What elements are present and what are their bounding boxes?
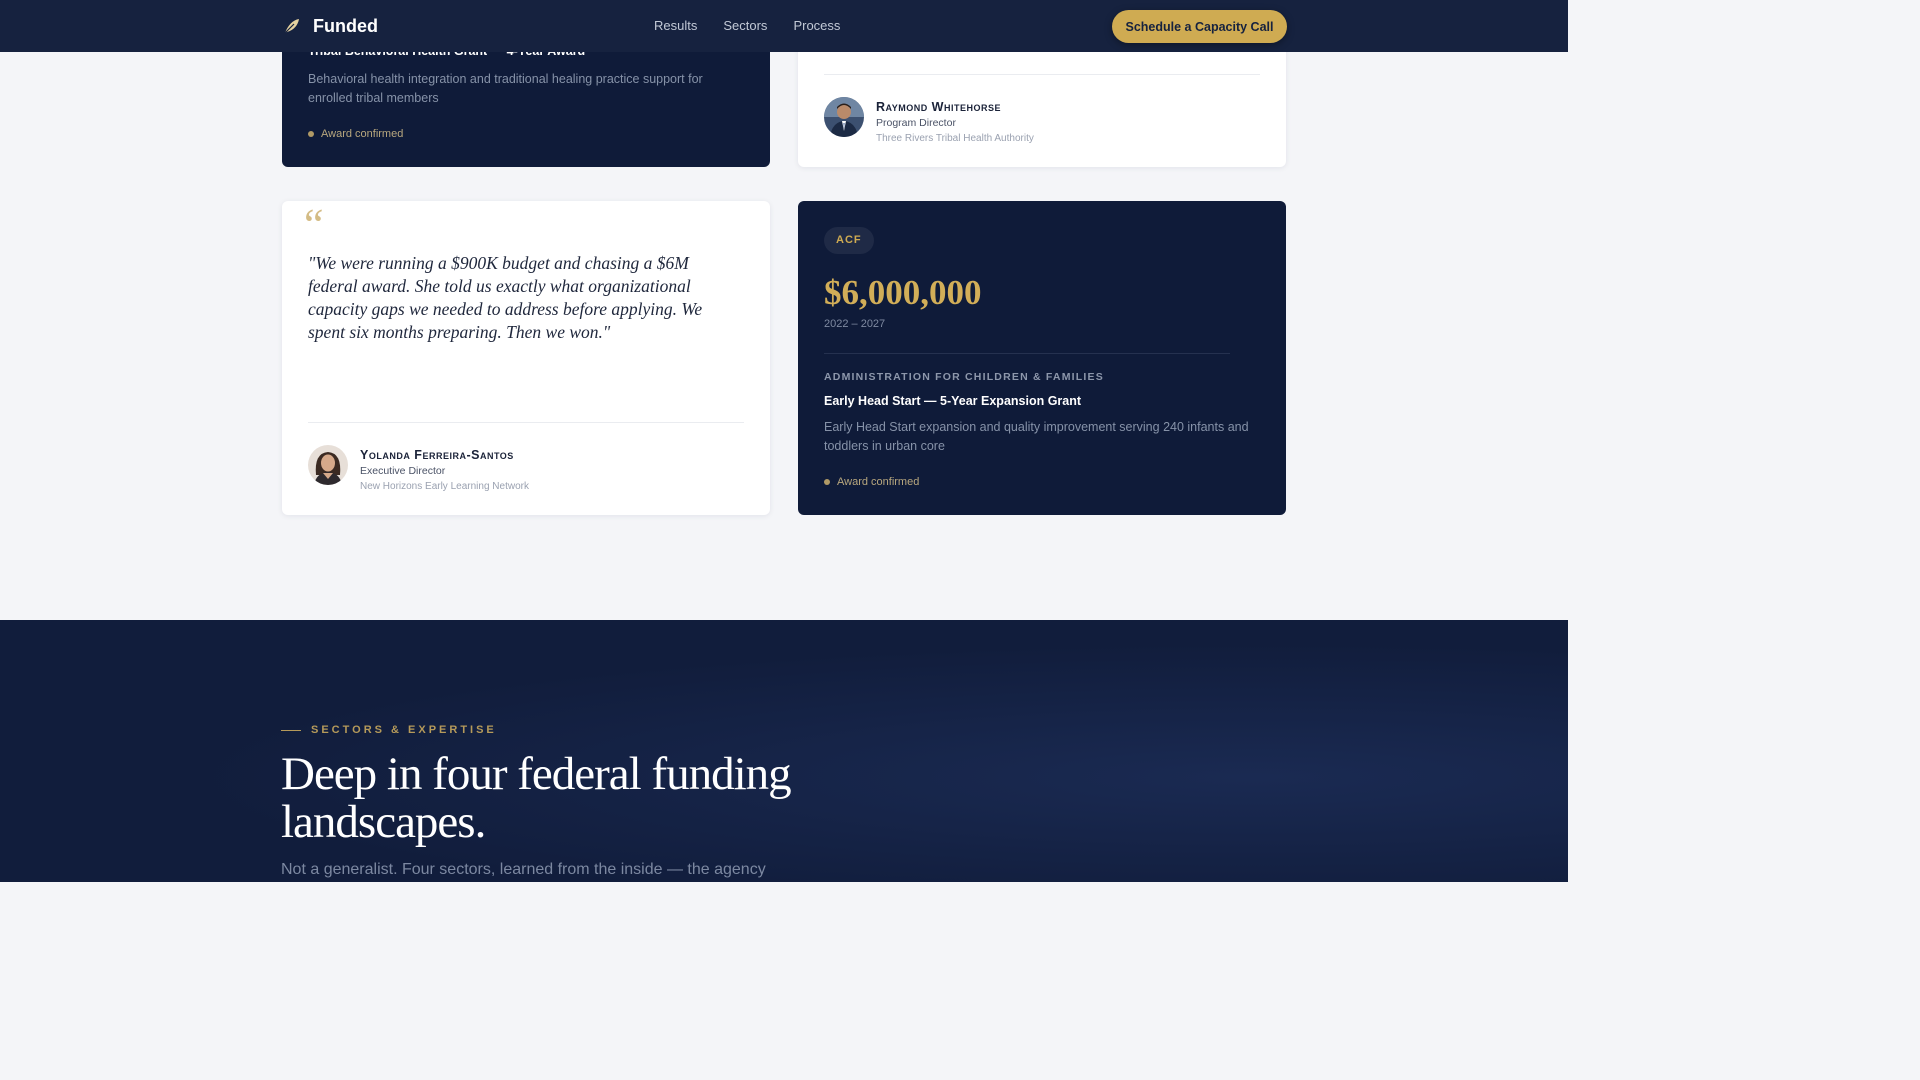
author-name: Yolanda Ferreira-Santos [360, 448, 514, 462]
schedule-call-button[interactable]: Schedule a Capacity Call [1112, 10, 1287, 43]
author-org: New Horizons Early Learning Network [360, 481, 529, 492]
award-years: 2022 – 2027 [824, 318, 886, 330]
brand[interactable]: Funded [282, 14, 378, 38]
testimonial-author: Yolanda Ferreira-Santos Executive Direct… [308, 445, 529, 492]
grant-card-acf: ACF $6,000,000 2022 – 2027 ADMINISTRATIO… [798, 201, 1286, 515]
feather-logo-icon [282, 16, 302, 36]
nav-link-results[interactable]: Results [654, 18, 697, 33]
award-status: Award confirmed [308, 128, 403, 140]
brand-name: Funded [313, 15, 378, 36]
author-org: Three Rivers Tribal Health Authority [876, 133, 1034, 144]
top-nav: Funded Results Sectors Process Schedule … [0, 0, 1568, 52]
sectors-section: SECTORS & EXPERTISE Deep in four federal… [0, 620, 1568, 882]
status-dot-icon [824, 479, 830, 485]
author-name: Raymond Whitehorse [876, 100, 1001, 114]
award-status-label: Award confirmed [321, 128, 404, 140]
agency-badge: ACF [824, 227, 874, 254]
divider [308, 422, 744, 423]
avatar [308, 445, 348, 485]
divider [824, 353, 1230, 354]
author-role: Program Director [876, 117, 956, 129]
avatar [824, 97, 864, 137]
testimonial-author: Raymond Whitehorse Program Director Thre… [824, 97, 1034, 144]
section-subhead: Not a generalist. Four sectors, learned … [281, 861, 766, 878]
award-status-label: Award confirmed [837, 476, 920, 488]
section-eyebrow: SECTORS & EXPERTISE [281, 724, 497, 736]
agency-name: ADMINISTRATION FOR CHILDREN & FAMILIES [824, 371, 1104, 383]
award-status: Award confirmed [824, 476, 919, 488]
eyebrow-label: SECTORS & EXPERTISE [311, 724, 497, 736]
quote-mark-icon: “ [304, 201, 324, 249]
grant-title: Early Head Start — 5-Year Expansion Gran… [824, 394, 1082, 408]
divider [824, 74, 1260, 75]
testimonial-card-ferreira: “ "We were running a $900K budget and ch… [282, 201, 770, 515]
award-amount: $6,000,000 [824, 273, 982, 312]
nav-link-sectors[interactable]: Sectors [723, 18, 767, 33]
eyebrow-rule [281, 729, 301, 731]
author-role: Executive Director [360, 465, 446, 477]
grant-description: Early Head Start expansion and quality i… [824, 420, 1249, 453]
nav-link-process[interactable]: Process [793, 18, 840, 33]
grant-description: Behavioral health integration and tradit… [308, 72, 703, 105]
author-info: Raymond Whitehorse Program Director Thre… [876, 97, 1034, 144]
author-info: Yolanda Ferreira-Santos Executive Direct… [360, 445, 529, 492]
testimonial-quote: "We were running a $900K budget and chas… [308, 253, 703, 342]
section-headline: Deep in four federal funding landscapes. [281, 748, 792, 848]
status-dot-icon [308, 131, 314, 137]
nav-links: Results Sectors Process [654, 18, 866, 33]
